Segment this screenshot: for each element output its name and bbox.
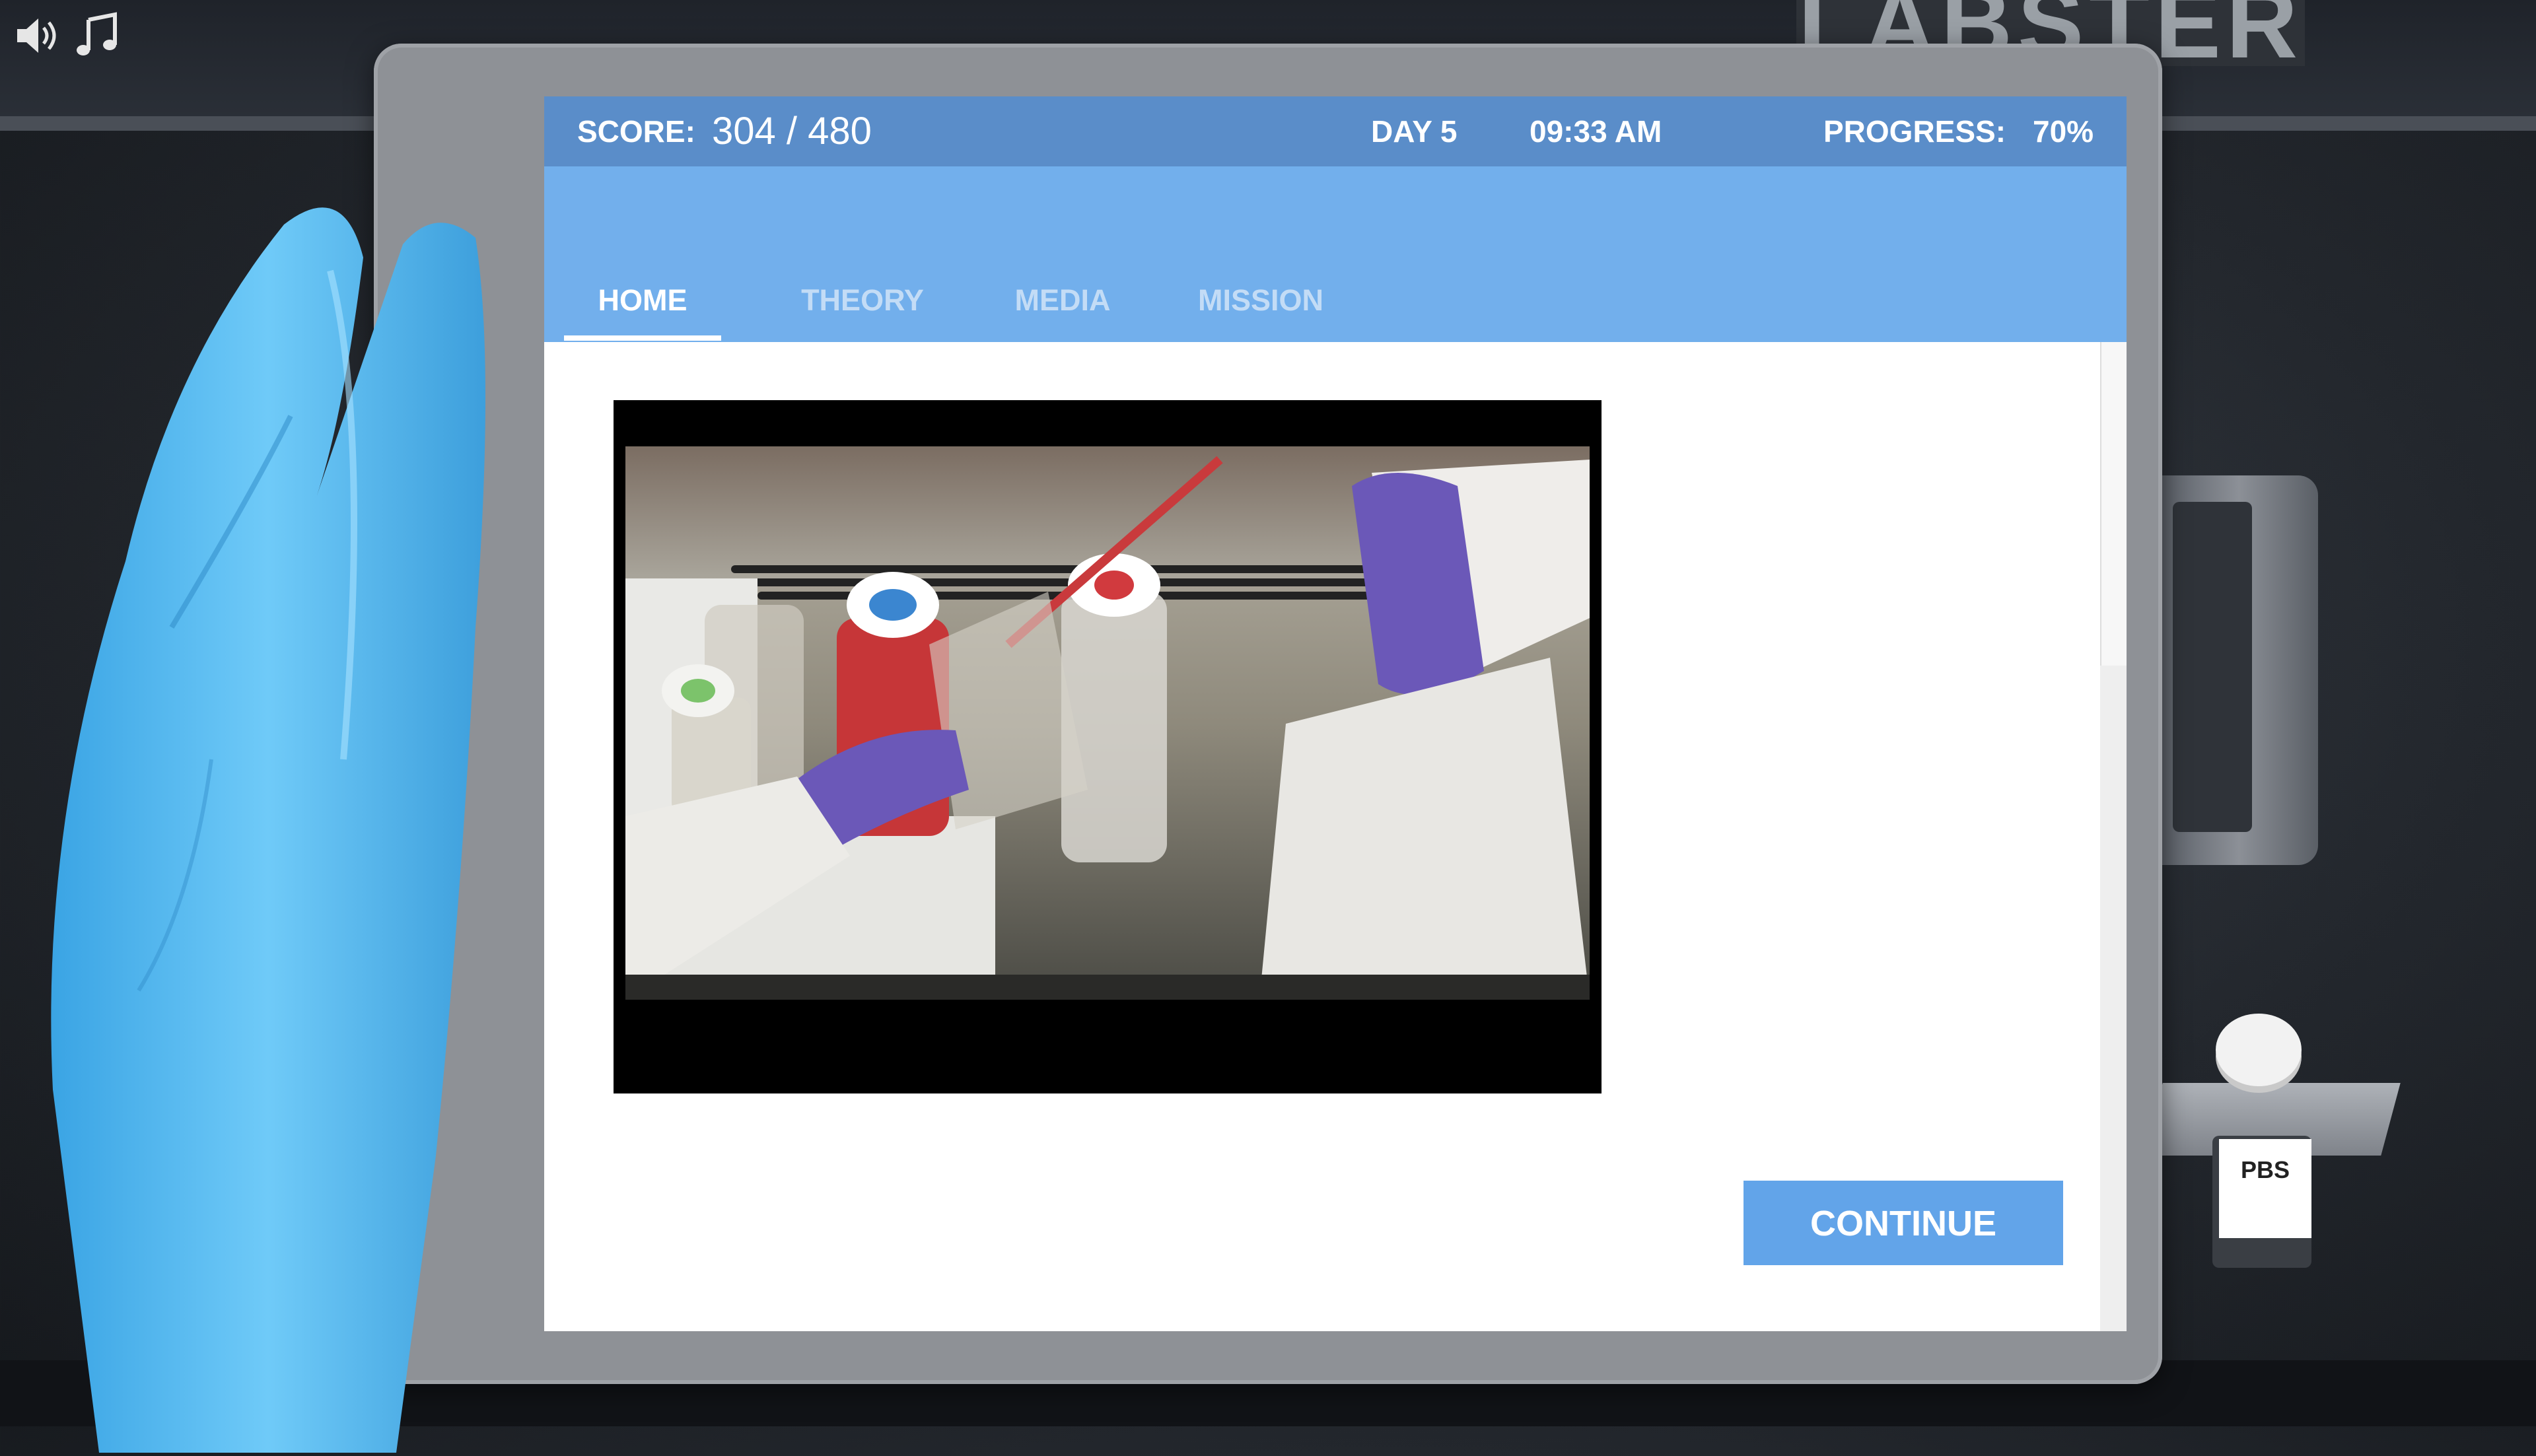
tab-mission[interactable]: MISSION <box>1165 269 1356 331</box>
score-label: SCORE: <box>577 114 695 149</box>
scrollbar-thumb[interactable] <box>2100 342 2127 666</box>
video-player[interactable] <box>614 400 1602 1093</box>
lab-equipment-window <box>2173 502 2252 832</box>
video-frame <box>625 446 1590 1000</box>
status-bar: SCORE: 304 / 480 DAY 5 09:33 AM PROGRESS… <box>544 96 2127 166</box>
continue-button[interactable]: CONTINUE <box>1744 1181 2063 1265</box>
tab-theory[interactable]: THEORY <box>763 269 962 331</box>
tab-media[interactable]: MEDIA <box>980 269 1145 331</box>
speaker-icon[interactable] <box>12 9 65 62</box>
content-scrollbar[interactable] <box>2100 342 2127 1331</box>
tab-home[interactable]: HOME <box>564 269 721 341</box>
clock-time: 09:33 AM <box>1530 114 1662 149</box>
day-indicator: DAY 5 <box>1371 114 1458 149</box>
music-note-icon[interactable] <box>70 9 123 62</box>
pbs-bottle-label: PBS <box>2219 1139 2311 1238</box>
progress-value: 70% <box>2033 114 2094 149</box>
progress-label: PROGRESS: <box>1823 114 2006 149</box>
score-value: 304 / 480 <box>712 110 872 153</box>
bottle-cap <box>2216 1014 2302 1086</box>
tab-bar: HOME THEORY MEDIA MISSION <box>544 166 2127 342</box>
tablet-screen: SCORE: 304 / 480 DAY 5 09:33 AM PROGRESS… <box>544 96 2127 1331</box>
virtual-hand <box>0 165 542 1453</box>
